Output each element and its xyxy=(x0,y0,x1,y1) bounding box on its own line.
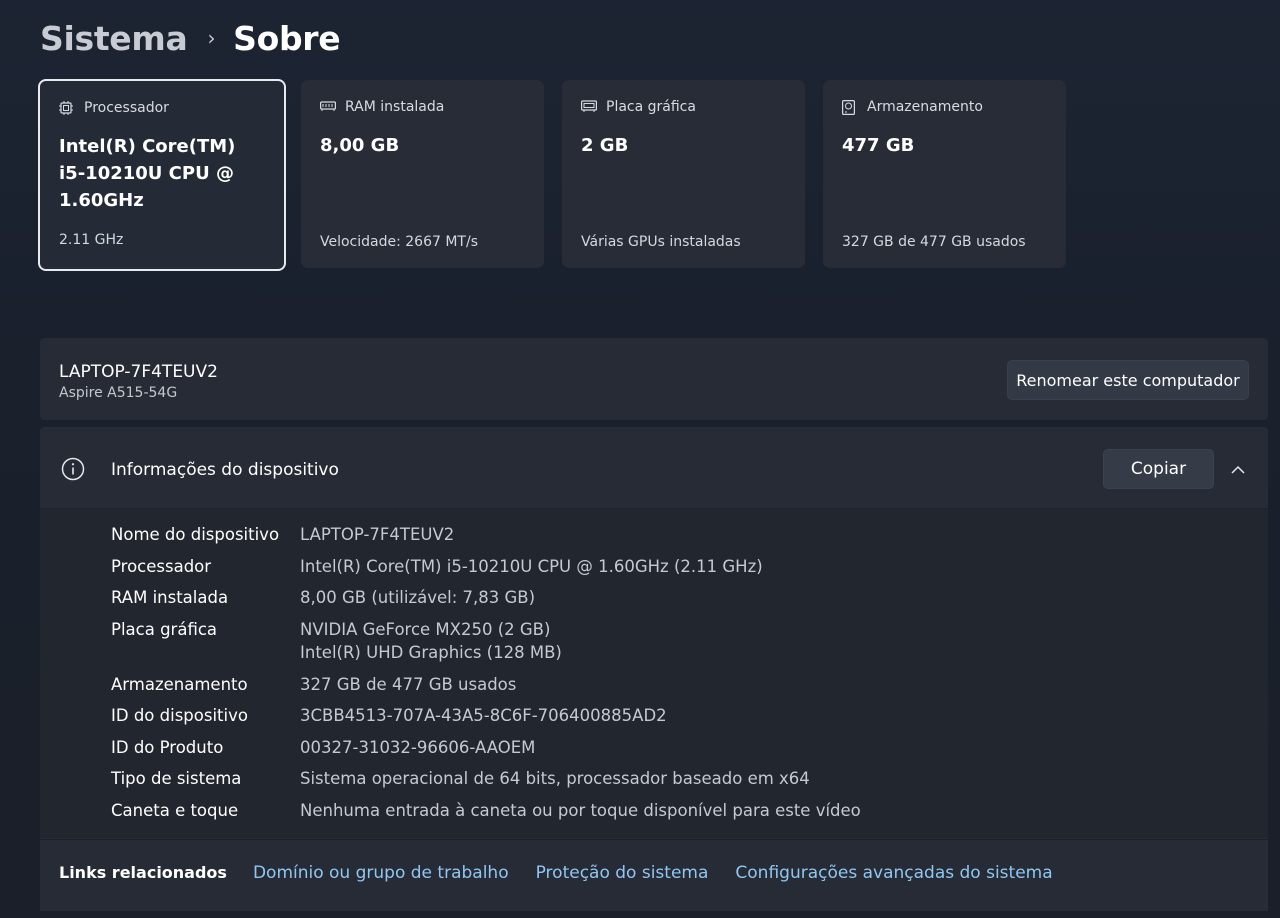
related-links-panel: Links relacionados Domínio ou grupo de t… xyxy=(40,839,1268,911)
spec-value: 00327-31032-96606-AAOEM xyxy=(300,737,536,757)
spec-value-line: Intel(R) UHD Graphics (128 MB) xyxy=(300,643,562,662)
rename-computer-button[interactable]: Renomear este computador xyxy=(1007,360,1249,400)
spec-cards: Processador Intel(R) Core(TM) i5-10210U … xyxy=(38,79,1084,271)
spec-label: Armazenamento xyxy=(111,674,248,694)
card-value: 2 GB xyxy=(581,135,629,156)
spec-label: RAM instalada xyxy=(111,588,229,607)
spec-row: Placa gráfica NVIDIA GeForce MX250 (2 GB… xyxy=(40,618,1268,665)
device-specs: Nome do dispositivo LAPTOP-7F4TEUV2 Proc… xyxy=(40,509,1268,838)
spec-value: 3CBB4513-707A-43A5-8C6F-706400885AD2 xyxy=(300,706,667,725)
spec-label: Tipo de sistema xyxy=(111,769,242,788)
card-title: Armazenamento xyxy=(867,99,983,115)
spec-label: Placa gráfica xyxy=(111,619,218,639)
page-title: Sobre xyxy=(233,18,341,58)
spec-row: ID do dispositivo 3CBB4513-707A-43A5-8C6… xyxy=(40,704,1268,728)
breadcrumb: Sistema › Sobre xyxy=(40,14,341,62)
breadcrumb-parent[interactable]: Sistema xyxy=(40,19,188,58)
card-ram[interactable]: RAM instalada 8,00 GB Velocidade: 2667 M… xyxy=(301,80,544,268)
spec-value: Nenhuma entrada à caneta ou por toque di… xyxy=(300,800,861,820)
related-links-label: Links relacionados xyxy=(59,863,227,882)
spec-row: Armazenamento 327 GB de 477 GB usados xyxy=(40,673,1268,697)
gpu-icon xyxy=(581,100,597,114)
ram-icon xyxy=(320,100,336,114)
card-subtext: Várias GPUs instaladas xyxy=(581,234,741,250)
card-subtext: 327 GB de 477 GB usados xyxy=(842,234,1026,250)
computer-name-panel: LAPTOP-7F4TEUV2 Aspire A515-54G Renomear… xyxy=(40,338,1268,420)
spec-row: Processador Intel(R) Core(TM) i5-10210U … xyxy=(40,555,1268,579)
card-subtext: 2.11 GHz xyxy=(59,232,124,248)
chevron-up-icon[interactable] xyxy=(1230,461,1246,474)
spec-label: Caneta e toque xyxy=(111,800,239,820)
spec-value-line: NVIDIA GeForce MX250 (2 GB) xyxy=(300,619,551,639)
link-advanced-system-settings[interactable]: Configurações avançadas do sistema xyxy=(735,863,1052,883)
spec-label: ID do Produto xyxy=(111,737,224,757)
device-info-title: Informações do dispositivo xyxy=(111,460,339,480)
copy-button[interactable]: Copiar xyxy=(1103,449,1214,489)
card-storage[interactable]: Armazenamento 477 GB 327 GB de 477 GB us… xyxy=(823,80,1066,268)
card-value: 8,00 GB xyxy=(320,135,400,156)
card-value: Intel(R) Core(TM) i5-10210U CPU @ 1.60GH… xyxy=(59,136,236,211)
spec-row: RAM instalada 8,00 GB (utilizável: 7,83 … xyxy=(40,586,1268,610)
card-processor[interactable]: Processador Intel(R) Core(TM) i5-10210U … xyxy=(38,79,286,271)
info-icon xyxy=(61,457,85,481)
spec-row: ID do Produto 00327-31032-96606-AAOEM xyxy=(40,736,1268,760)
card-title: Processador xyxy=(84,100,169,116)
link-domain-workgroup[interactable]: Domínio ou grupo de trabalho xyxy=(253,863,509,883)
spec-label: Nome do dispositivo xyxy=(111,525,280,544)
storage-icon xyxy=(842,100,858,115)
spec-label: Processador xyxy=(111,556,212,576)
card-title: RAM instalada xyxy=(345,99,445,115)
link-system-protection[interactable]: Proteção do sistema xyxy=(536,863,709,883)
cpu-icon xyxy=(59,101,75,115)
card-value: 477 GB xyxy=(842,135,915,156)
spec-label: ID do dispositivo xyxy=(111,706,248,725)
spec-value: LAPTOP-7F4TEUV2 xyxy=(300,525,455,544)
card-gpu[interactable]: Placa gráfica 2 GB Várias GPUs instalada… xyxy=(562,80,805,268)
spec-value: NVIDIA GeForce MX250 (2 GB) Intel(R) UHD… xyxy=(300,618,562,665)
spec-row: Nome do dispositivo LAPTOP-7F4TEUV2 xyxy=(40,523,1268,547)
card-subtext: Velocidade: 2667 MT/s xyxy=(320,234,478,250)
computer-name: LAPTOP-7F4TEUV2 xyxy=(59,362,218,382)
card-title: Placa gráfica xyxy=(606,99,696,115)
spec-row: Tipo de sistema Sistema operacional de 6… xyxy=(40,767,1268,791)
spec-value: 327 GB de 477 GB usados xyxy=(300,674,517,694)
spec-value: Sistema operacional de 64 bits, processa… xyxy=(300,769,810,788)
device-info-header[interactable]: Informações do dispositivo Copiar xyxy=(40,427,1268,509)
breadcrumb-separator: › xyxy=(207,26,216,50)
device-info-panel: Informações do dispositivo Copiar Nome d… xyxy=(40,427,1268,839)
computer-model: Aspire A515-54G xyxy=(59,385,178,401)
spec-value: Intel(R) Core(TM) i5-10210U CPU @ 1.60GH… xyxy=(300,556,763,576)
spec-value: 8,00 GB (utilizável: 7,83 GB) xyxy=(300,588,536,607)
spec-row: Caneta e toque Nenhuma entrada à caneta … xyxy=(40,799,1268,823)
